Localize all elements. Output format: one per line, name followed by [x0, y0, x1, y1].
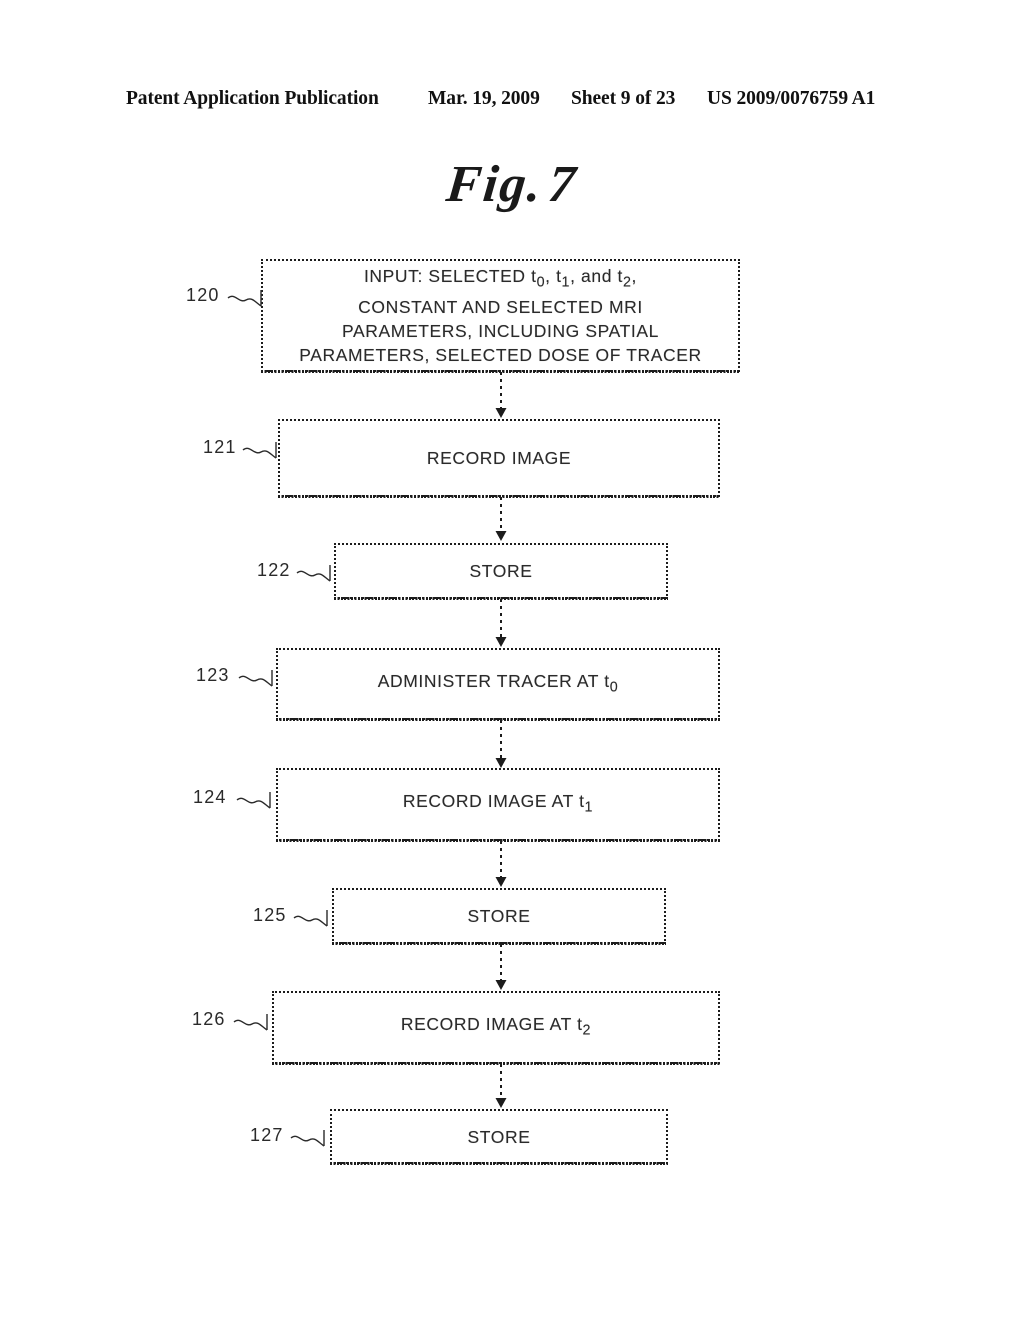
flow-leader-127: [290, 1128, 331, 1152]
flow-arrow-120-121: [494, 372, 508, 420]
flow-node-124-label: RECORD IMAGE AT t: [402, 791, 585, 812]
flow-node-120-sub-0: 0: [536, 274, 546, 291]
flow-node-126-sub: 2: [582, 1022, 592, 1039]
flow-leader-125: [293, 908, 334, 932]
flow-leader-121: [242, 440, 283, 464]
flow-ref-124: 124: [193, 787, 227, 807]
flow-node-122: STORE: [334, 543, 668, 600]
flow-leader-122: [296, 563, 337, 587]
flow-arrow-124-125: [494, 841, 508, 891]
flow-node-120-line3: PARAMETERS, INCLUDING SPATIAL: [342, 320, 659, 341]
flow-ref-122: 122: [257, 560, 291, 580]
flow-leader-123: [238, 668, 279, 692]
flow-node-121: RECORD IMAGE: [278, 419, 720, 498]
flow-node-126-label: RECORD IMAGE AT t: [400, 1014, 583, 1035]
flow-node-122-text: STORE: [469, 561, 533, 581]
flow-ref-125: 125: [253, 905, 287, 925]
flow-node-120-line1-d: ,: [631, 266, 638, 287]
flow-node-127-text: STORE: [467, 1126, 531, 1147]
flow-node-120-line2: CONSTANT AND SELECTED MRI: [358, 296, 643, 317]
flow-ref-120: 120: [186, 285, 220, 305]
flow-node-123: ADMINISTER TRACER AT t0: [276, 648, 720, 721]
flow-arrow-121-122: [494, 497, 508, 545]
flow-node-120-sub-2: 2: [622, 274, 632, 291]
flow-node-120-line1-b: , t: [545, 266, 562, 287]
flowchart: INPUT: SELECTED t0, t1, and t2, CONSTANT…: [0, 0, 1024, 1320]
flow-node-124-sub: 1: [584, 799, 594, 816]
flow-arrow-123-124: [494, 720, 508, 772]
flow-node-124: RECORD IMAGE AT t1: [276, 768, 720, 842]
flow-arrow-126-127: [494, 1064, 508, 1112]
flow-arrow-125-126: [494, 944, 508, 994]
flow-node-124-text: RECORD IMAGE AT t1: [395, 789, 601, 820]
flow-node-120-line1-a: INPUT: SELECTED t: [363, 266, 537, 287]
flow-node-123-label: ADMINISTER TRACER AT t: [377, 670, 610, 691]
flow-node-120: INPUT: SELECTED t0, t1, and t2, CONSTANT…: [261, 259, 740, 373]
flow-node-120-line1-c: , and t: [570, 266, 623, 287]
flow-node-123-sub: 0: [609, 679, 619, 696]
flow-ref-126: 126: [192, 1009, 226, 1029]
flow-arrow-122-123: [494, 599, 508, 651]
flow-node-120-line4: PARAMETERS, SELECTED DOSE OF TRACER: [299, 344, 702, 365]
flow-ref-123: 123: [196, 665, 230, 685]
flow-node-127: STORE: [330, 1109, 668, 1165]
flow-node-125: STORE: [332, 888, 666, 945]
flow-leader-126: [233, 1012, 274, 1036]
flow-node-123-text: ADMINISTER TRACER AT t0: [370, 669, 627, 700]
flow-node-121-text: RECORD IMAGE: [426, 448, 572, 468]
flow-leader-124: [236, 790, 277, 814]
flow-node-120-sub-1: 1: [561, 274, 571, 291]
flow-node-120-text: INPUT: SELECTED t0, t1, and t2, CONSTANT…: [291, 264, 710, 367]
flow-node-125-text: STORE: [467, 906, 531, 926]
flow-ref-121: 121: [203, 437, 237, 457]
flow-node-126-text: RECORD IMAGE AT t2: [393, 1012, 599, 1043]
flow-ref-127: 127: [250, 1125, 284, 1145]
flow-node-126: RECORD IMAGE AT t2: [272, 991, 720, 1065]
